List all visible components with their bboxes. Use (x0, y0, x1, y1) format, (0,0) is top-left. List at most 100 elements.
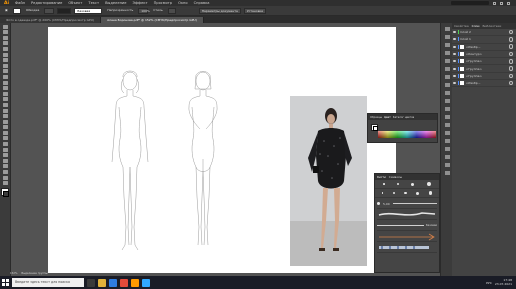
tab-document-1[interactable]: Фото в одежде.pdf* @ 200% (CMYK/Предпрос… (0, 17, 102, 23)
eye-icon[interactable] (453, 60, 456, 63)
shape-builder-tool-icon[interactable] (2, 119, 8, 124)
links-panel-icon[interactable] (444, 155, 450, 159)
eye-icon[interactable] (453, 31, 456, 34)
libraries-panel-icon[interactable] (444, 171, 450, 175)
variable-width-dropdown[interactable] (57, 7, 72, 14)
menu-item-select[interactable]: Выделение (105, 1, 126, 5)
brush-dot-icon[interactable] (397, 183, 400, 185)
photoshop-app-icon[interactable] (142, 278, 150, 287)
clock[interactable]: 17:48 23.07.2021 (495, 278, 512, 286)
eraser-tool-icon[interactable] (2, 91, 8, 96)
tab-symbols[interactable]: Символы (389, 175, 402, 179)
zoom-tool-icon[interactable] (2, 181, 8, 186)
gradient-tool-icon[interactable] (2, 136, 8, 141)
close-icon[interactable] (507, 1, 510, 5)
calligraphic-brush-row[interactable] (375, 189, 439, 198)
opacity-field[interactable]: 100% (138, 7, 150, 14)
appearance-panel-icon[interactable] (444, 83, 450, 87)
brush-stroke-row[interactable] (377, 232, 437, 242)
menu-item-object[interactable]: Объект (68, 1, 82, 5)
tab-color[interactable]: Цвет (384, 116, 391, 119)
target-circle-icon[interactable] (508, 73, 513, 79)
brush-dot-icon[interactable] (404, 191, 407, 195)
layer-row[interactable]: <Контур> (452, 51, 516, 59)
brushes-panel-icon[interactable] (444, 43, 450, 47)
brush-definition-dropdown[interactable]: Базовая (74, 7, 103, 14)
taskbar-search-input[interactable]: Введите здесь текст для поиска (12, 278, 84, 287)
artboard-tool-icon[interactable] (2, 164, 8, 169)
slice-tool-icon[interactable] (2, 170, 8, 175)
brush-dot-icon[interactable] (381, 192, 384, 194)
fill-stroke-swatches[interactable] (0, 188, 10, 202)
eye-icon[interactable] (453, 74, 456, 77)
tab-brushes[interactable]: Кисти (377, 175, 386, 179)
windows-start-icon[interactable] (2, 279, 9, 286)
symbols-panel-icon[interactable] (444, 51, 450, 55)
blend-tool-icon[interactable] (2, 147, 8, 152)
tab-libraries[interactable]: Библиотеки (482, 24, 501, 28)
language-indicator[interactable]: РУС (486, 281, 492, 285)
maximize-icon[interactable] (500, 1, 503, 5)
tab-swatches[interactable]: Образцы (370, 116, 382, 119)
menu-item-edit[interactable]: Редактирование (31, 1, 62, 5)
pathfinder-panel-icon[interactable] (444, 123, 450, 127)
menu-item-effect[interactable]: Эффект (132, 1, 147, 5)
mesh-tool-icon[interactable] (2, 130, 8, 135)
eye-icon[interactable] (453, 45, 456, 48)
chrome-browser-icon[interactable] (120, 278, 128, 287)
fill-swatch[interactable] (12, 7, 21, 14)
brush-dot-icon[interactable] (392, 192, 395, 194)
paintbrush-tool-icon[interactable] (2, 74, 8, 79)
brush-dot-icon[interactable] (416, 191, 420, 195)
layer-row[interactable]: <Группа> (452, 73, 516, 81)
line-tool-icon[interactable] (2, 63, 8, 68)
artboards-panel-icon[interactable] (444, 107, 450, 111)
color-panel-icon[interactable] (444, 27, 450, 31)
file-explorer-icon[interactable] (98, 278, 106, 287)
calligraphic-brush-row[interactable] (375, 180, 439, 189)
pen-tool-icon[interactable] (2, 46, 8, 51)
target-circle-icon[interactable] (508, 59, 513, 64)
layer-row[interactable]: <Группа> (452, 65, 516, 73)
stroke-swatch-icon[interactable] (3, 191, 9, 198)
tab-document-2[interactable]: Алена Боронова.pdf* @ 152% (CMYK/Предпро… (101, 17, 204, 23)
tab-layers[interactable]: Слои (472, 24, 480, 28)
target-circle-icon[interactable] (508, 80, 513, 86)
column-graph-tool-icon[interactable] (2, 158, 8, 163)
free-transform-tool-icon[interactable] (2, 114, 8, 119)
character-panel-icon[interactable] (444, 139, 450, 143)
eyedropper-tool-icon[interactable] (2, 142, 8, 147)
preferences-button[interactable]: Установки (243, 7, 267, 14)
layer-row[interactable]: <Изобр... (452, 44, 516, 51)
layers-panel-icon[interactable] (444, 99, 450, 103)
brush-dot-icon[interactable] (383, 183, 385, 185)
lasso-tool-icon[interactable] (2, 41, 8, 46)
color-spectrum-bar[interactable] (378, 131, 436, 138)
menu-item-help[interactable]: Справка (194, 1, 210, 5)
stroke-weight-field[interactable] (44, 7, 55, 14)
placed-photo[interactable] (290, 96, 367, 266)
eye-icon[interactable] (453, 38, 456, 41)
artboard-canvas[interactable] (48, 27, 396, 273)
perspective-grid-tool-icon[interactable] (2, 125, 8, 130)
target-circle-icon[interactable] (508, 37, 513, 42)
menu-item-view[interactable]: Просмотр (154, 1, 172, 5)
layer-row[interactable]: Слой 2 (452, 29, 516, 37)
brush-stroke-row[interactable]: Базовая (377, 221, 437, 231)
brush-stroke-row[interactable]: 5,00 (377, 199, 437, 209)
paragraph-panel-icon[interactable] (444, 147, 450, 151)
eye-icon[interactable] (453, 53, 456, 56)
target-circle-icon[interactable] (508, 66, 513, 71)
layer-row[interactable]: <Группа> (452, 58, 516, 66)
menu-item-text[interactable]: Текст (88, 1, 99, 5)
symbol-sprayer-tool-icon[interactable] (2, 153, 8, 158)
edge-browser-icon[interactable] (109, 278, 117, 287)
eye-icon[interactable] (453, 82, 456, 85)
width-tool-icon[interactable] (2, 108, 8, 113)
curvature-tool-icon[interactable] (2, 52, 8, 57)
menu-item-window[interactable]: Окно (178, 1, 188, 5)
graphic-styles-panel-icon[interactable] (444, 91, 450, 95)
selection-tool-icon[interactable] (2, 24, 8, 29)
style-dropdown[interactable] (167, 7, 176, 14)
transform-panel-icon[interactable] (444, 131, 450, 135)
